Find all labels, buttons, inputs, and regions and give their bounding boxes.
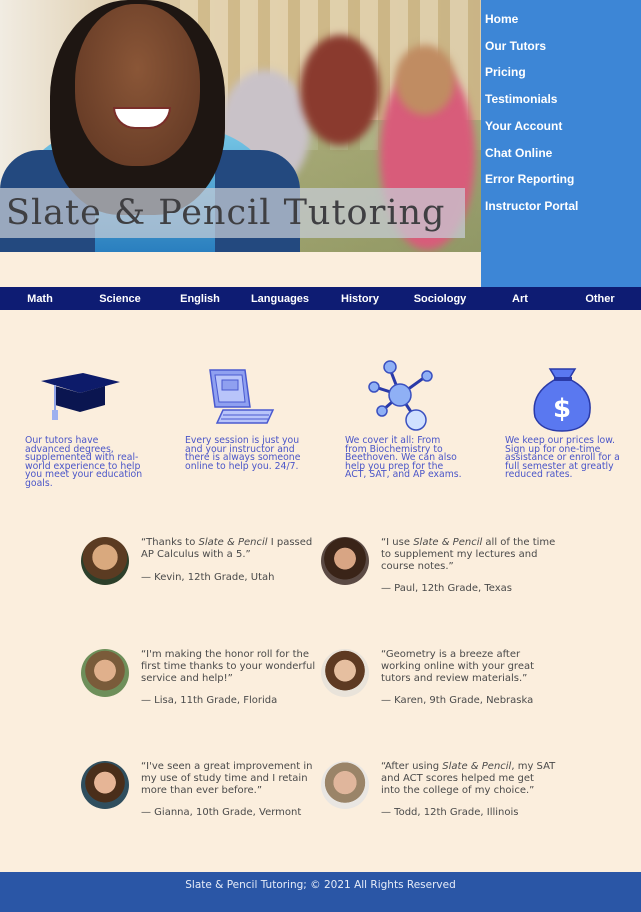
testimonial-author: — Kevin, 12th Grade, Utah bbox=[141, 572, 275, 583]
testimonial-quote: “Geometry is a breeze after working onli… bbox=[381, 649, 535, 684]
subject-math[interactable]: Math bbox=[0, 293, 80, 305]
footer: Slate & Pencil Tutoring; © 2021 All Righ… bbox=[0, 872, 641, 912]
feature-text: Every session is just you and your instr… bbox=[185, 435, 301, 472]
nav-error-reporting[interactable]: Error Reporting bbox=[481, 166, 641, 193]
site-title: Slate & Pencil Tutoring bbox=[6, 193, 446, 233]
subject-history[interactable]: History bbox=[320, 293, 400, 305]
footer-copyright: Slate & Pencil Tutoring; © 2021 All Righ… bbox=[185, 879, 456, 891]
subject-art[interactable]: Art bbox=[480, 293, 560, 305]
graduation-cap-icon bbox=[41, 373, 120, 420]
subject-nav: Math Science English Languages History S… bbox=[0, 287, 641, 310]
nav-testimonials[interactable]: Testimonials bbox=[481, 86, 641, 113]
hero-background-student bbox=[395, 45, 455, 115]
subject-english[interactable]: English bbox=[160, 293, 240, 305]
nav-instructor-portal[interactable]: Instructor Portal bbox=[481, 193, 641, 220]
testimonial-quote: “I've seen a great improvement in my use… bbox=[141, 761, 313, 796]
nav-our-tutors[interactable]: Our Tutors bbox=[481, 33, 641, 60]
money-bag-icon: $ bbox=[533, 368, 591, 432]
feature-text: We keep our prices low. Sign up for one-… bbox=[505, 435, 620, 481]
testimonial-quote: “After using Slate & Pencil, my SAT and … bbox=[381, 761, 556, 796]
testimonial-author: — Lisa, 11th Grade, Florida bbox=[141, 695, 278, 706]
computer-icon bbox=[209, 369, 275, 424]
main-nav: Home Our Tutors Pricing Testimonials You… bbox=[481, 0, 641, 287]
feature-text: We cover it all: From from Biochemistry … bbox=[345, 435, 462, 481]
testimonial-quote: “I'm making the honor roll for the first… bbox=[141, 649, 316, 684]
subject-other[interactable]: Other bbox=[560, 293, 640, 305]
testimonial-author: — Karen, 9th Grade, Nebraska bbox=[381, 695, 534, 706]
subject-sociology[interactable]: Sociology bbox=[400, 293, 480, 305]
hero-background-student bbox=[300, 35, 380, 145]
testimonial-quote: “I use Slate & Pencil all of the time to… bbox=[381, 537, 556, 572]
hero-woman-face bbox=[75, 4, 200, 166]
avatar bbox=[81, 649, 129, 697]
nav-chat-online[interactable]: Chat Online bbox=[481, 140, 641, 167]
avatar bbox=[81, 537, 129, 585]
subject-languages[interactable]: Languages bbox=[240, 293, 320, 305]
hero-banner: Slate & Pencil Tutoring bbox=[0, 0, 481, 252]
molecule-icon bbox=[368, 360, 433, 431]
avatar bbox=[81, 761, 129, 809]
nav-your-account[interactable]: Your Account bbox=[481, 113, 641, 140]
testimonial-quote: “Thanks to Slate & Pencil I passed AP Ca… bbox=[141, 537, 313, 560]
subject-science[interactable]: Science bbox=[80, 293, 160, 305]
nav-pricing[interactable]: Pricing bbox=[481, 59, 641, 86]
testimonial-author: — Paul, 12th Grade, Texas bbox=[381, 583, 513, 594]
testimonial-author: — Todd, 12th Grade, Illinois bbox=[381, 807, 519, 818]
avatar bbox=[321, 649, 369, 697]
svg-text:$: $ bbox=[553, 394, 571, 424]
avatar bbox=[321, 761, 369, 809]
testimonial-author: — Gianna, 10th Grade, Vermont bbox=[141, 807, 302, 818]
feature-text: Our tutors have advanced degrees, supple… bbox=[25, 435, 143, 489]
avatar bbox=[321, 537, 369, 585]
nav-home[interactable]: Home bbox=[481, 6, 641, 33]
